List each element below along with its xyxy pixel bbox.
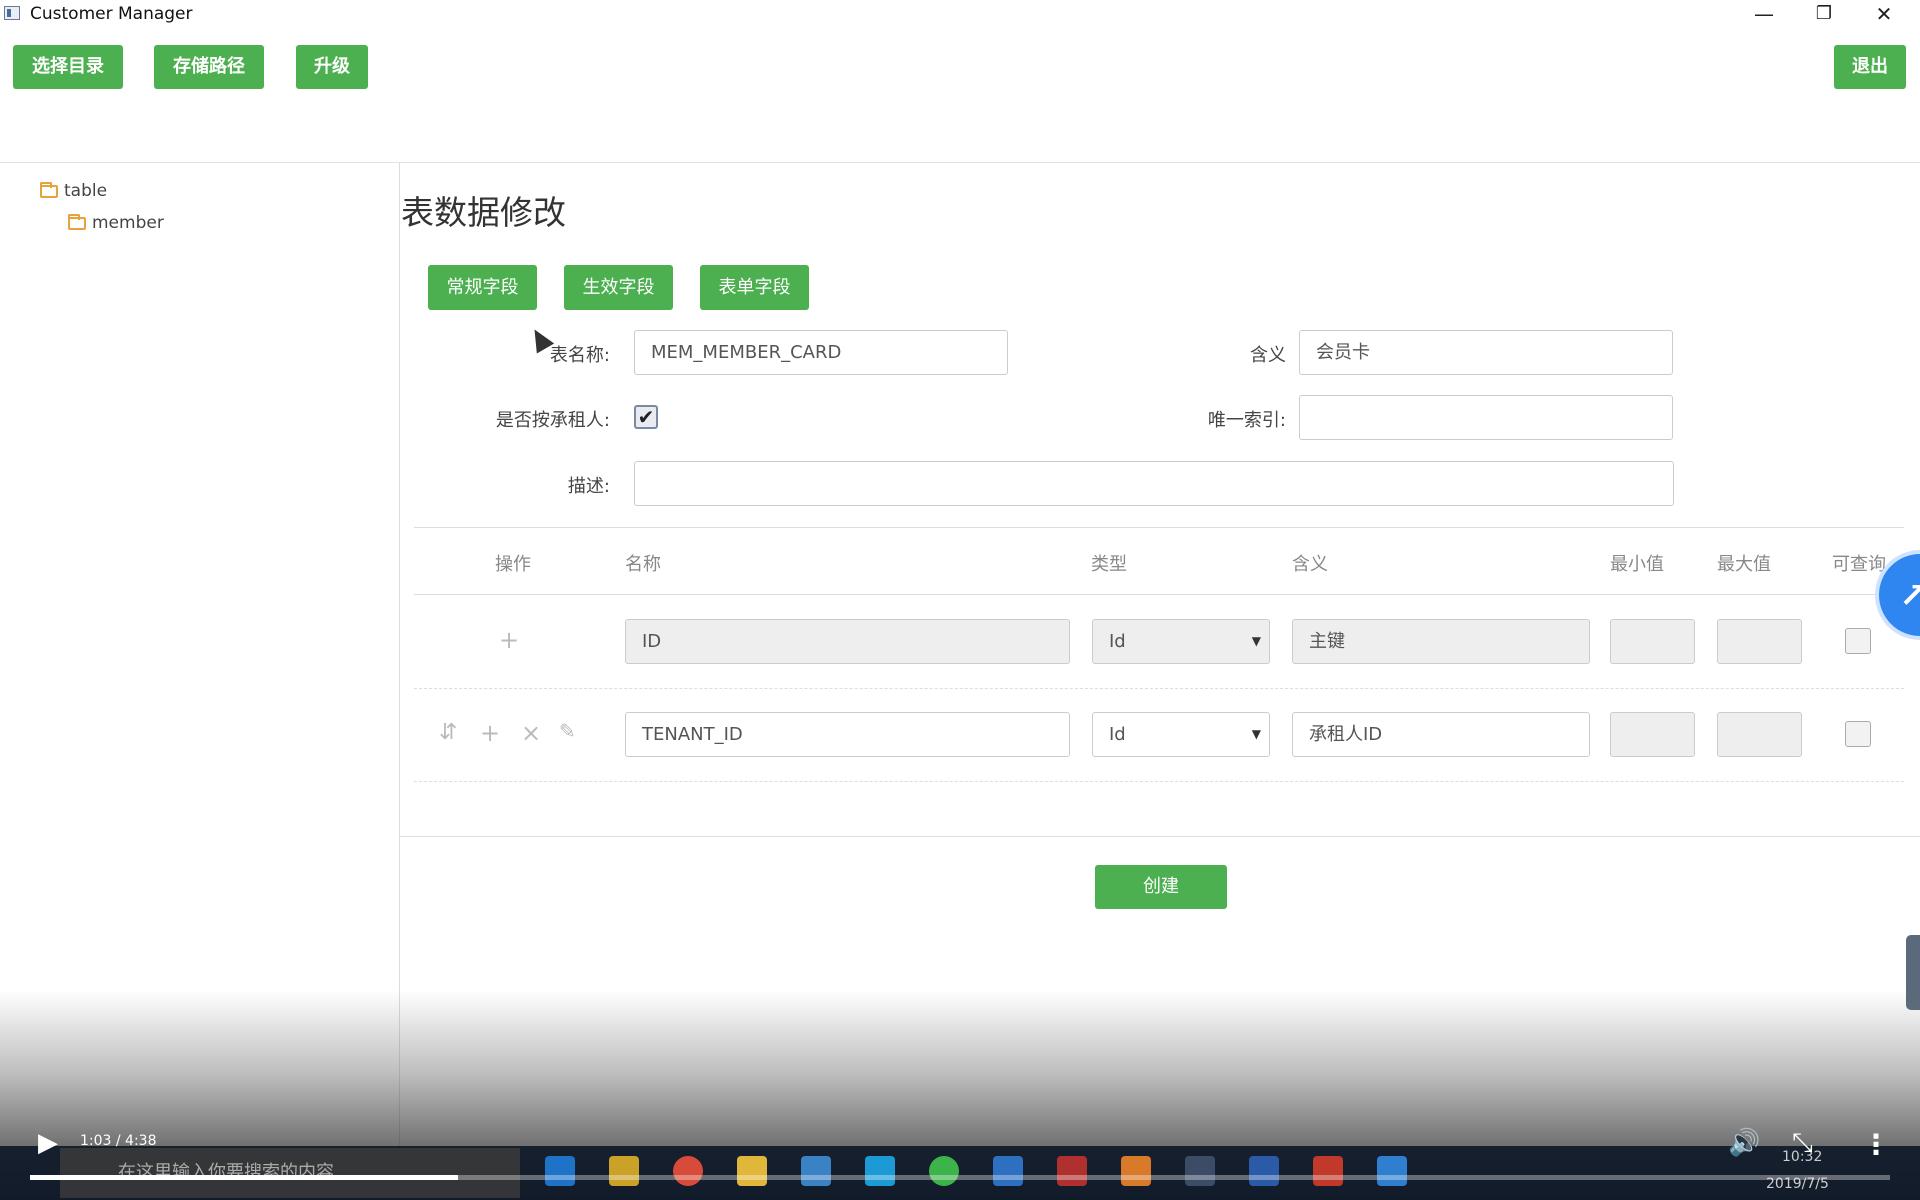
col-header-min: 最小值 xyxy=(1610,554,1664,575)
col-header-name: 名称 xyxy=(625,554,661,575)
play-icon[interactable]: ▶ xyxy=(38,1128,58,1158)
toolbar-divider xyxy=(0,162,1920,163)
field-meaning-input[interactable]: 承租人ID xyxy=(1292,712,1590,757)
assistant-icon: ↗ xyxy=(1899,576,1920,616)
create-button[interactable]: 创建 xyxy=(1095,865,1227,909)
tree-item-label: table xyxy=(64,181,108,201)
tab-effective-fields[interactable]: 生效字段 xyxy=(564,265,673,310)
sort-icon[interactable]: ⇵ xyxy=(439,720,457,745)
upgrade-button[interactable]: 升级 xyxy=(296,45,368,89)
field-name-input[interactable]: TENANT_ID xyxy=(625,712,1070,757)
tenant-label: 是否按承租人: xyxy=(495,410,610,431)
searchable-checkbox[interactable] xyxy=(1845,628,1871,654)
taskbar-app-icon[interactable] xyxy=(1249,1156,1279,1186)
taskbar-app-icon[interactable] xyxy=(1313,1156,1343,1186)
meaning-input[interactable]: 会员卡 xyxy=(1299,330,1673,375)
app-icon xyxy=(4,6,20,20)
tab-general-fields[interactable]: 常规字段 xyxy=(428,265,537,310)
edit-icon[interactable]: ✎ xyxy=(559,719,576,743)
col-header-max: 最大值 xyxy=(1717,554,1771,575)
field-type-value: Id xyxy=(1109,631,1126,652)
min-value-input[interactable] xyxy=(1610,712,1695,757)
delete-row-icon[interactable]: × xyxy=(521,719,541,747)
tenant-checkbox[interactable]: ✔ xyxy=(634,405,658,429)
taskbar-app-icon[interactable] xyxy=(1377,1156,1407,1186)
taskbar-app-icon[interactable] xyxy=(1057,1156,1087,1186)
taskbar-app-icon[interactable] xyxy=(993,1156,1023,1186)
max-value-input[interactable] xyxy=(1717,619,1802,664)
row-divider xyxy=(414,688,1904,689)
description-input[interactable] xyxy=(634,461,1674,506)
folder-open-icon xyxy=(40,181,58,198)
taskbar-app-icon[interactable] xyxy=(1185,1156,1215,1186)
header-divider xyxy=(414,594,1904,595)
field-type-select[interactable]: Id ▼ xyxy=(1092,619,1270,664)
min-value-input[interactable] xyxy=(1610,619,1695,664)
searchable-checkbox[interactable] xyxy=(1845,721,1871,747)
add-row-icon[interactable]: + xyxy=(480,719,500,747)
description-label: 描述: xyxy=(567,476,610,497)
exit-button[interactable]: 退出 xyxy=(1834,45,1906,89)
col-header-searchable: 可查询 xyxy=(1832,554,1886,575)
meaning-label: 含义 xyxy=(1250,345,1286,366)
close-button[interactable]: ✕ xyxy=(1854,0,1914,30)
taskbar-app-icon[interactable] xyxy=(801,1156,831,1186)
max-value-input[interactable] xyxy=(1717,712,1802,757)
taskbar-app-icon[interactable] xyxy=(865,1156,895,1186)
page-title: 表数据修改 xyxy=(401,193,566,232)
field-name-input[interactable]: ID xyxy=(625,619,1070,664)
title-bar: Customer Manager — ❐ ✕ xyxy=(0,0,1920,30)
field-type-value: Id xyxy=(1109,724,1126,745)
footer-divider xyxy=(400,836,1920,837)
video-time: 1:03 / 4:38 xyxy=(80,1133,157,1149)
unique-index-label: 唯一索引: xyxy=(1207,410,1286,431)
restore-button[interactable]: ❐ xyxy=(1794,0,1854,30)
minimize-button[interactable]: — xyxy=(1734,0,1794,30)
chevron-down-icon: ▼ xyxy=(1251,634,1261,648)
tree-item-label: member xyxy=(92,213,164,233)
taskbar-app-icon[interactable] xyxy=(737,1156,767,1186)
table-name-label: 表名称: xyxy=(549,345,610,366)
col-header-actions: 操作 xyxy=(495,554,531,575)
col-header-meaning: 含义 xyxy=(1292,554,1328,575)
exit-fullscreen-icon[interactable]: ⤡ xyxy=(1792,1128,1813,1159)
tab-form-fields[interactable]: 表单字段 xyxy=(700,265,809,310)
row-divider xyxy=(414,781,1904,782)
tree-item-table[interactable]: table xyxy=(40,181,107,201)
taskbar-app-icon[interactable] xyxy=(609,1156,639,1186)
chevron-down-icon: ▼ xyxy=(1251,727,1261,741)
taskbar-app-icon[interactable] xyxy=(673,1156,703,1186)
tree-item-member[interactable]: member xyxy=(68,213,164,233)
field-meaning-input[interactable]: 主键 xyxy=(1292,619,1590,664)
select-directory-button[interactable]: 选择目录 xyxy=(13,45,123,89)
folder-icon xyxy=(68,213,86,230)
window-title: Customer Manager xyxy=(30,4,193,24)
video-progress-fill xyxy=(30,1175,458,1180)
storage-path-button[interactable]: 存储路径 xyxy=(154,45,264,89)
field-type-select[interactable]: Id ▼ xyxy=(1092,712,1270,757)
taskbar-app-icon[interactable] xyxy=(1121,1156,1151,1186)
more-options-icon[interactable]: ⋮ xyxy=(1862,1128,1890,1161)
taskbar-app-icon[interactable] xyxy=(545,1156,575,1186)
section-divider xyxy=(414,527,1904,528)
add-row-icon[interactable]: + xyxy=(499,626,519,654)
table-name-input[interactable]: MEM_MEMBER_CARD xyxy=(634,330,1008,375)
taskbar-app-icon[interactable] xyxy=(929,1156,959,1186)
taskbar-search-box[interactable]: 在这里输入你要搜索的内容 xyxy=(60,1148,520,1198)
volume-icon[interactable]: 🔊 xyxy=(1728,1128,1760,1158)
col-header-type: 类型 xyxy=(1091,554,1127,575)
unique-index-input[interactable] xyxy=(1299,395,1673,440)
